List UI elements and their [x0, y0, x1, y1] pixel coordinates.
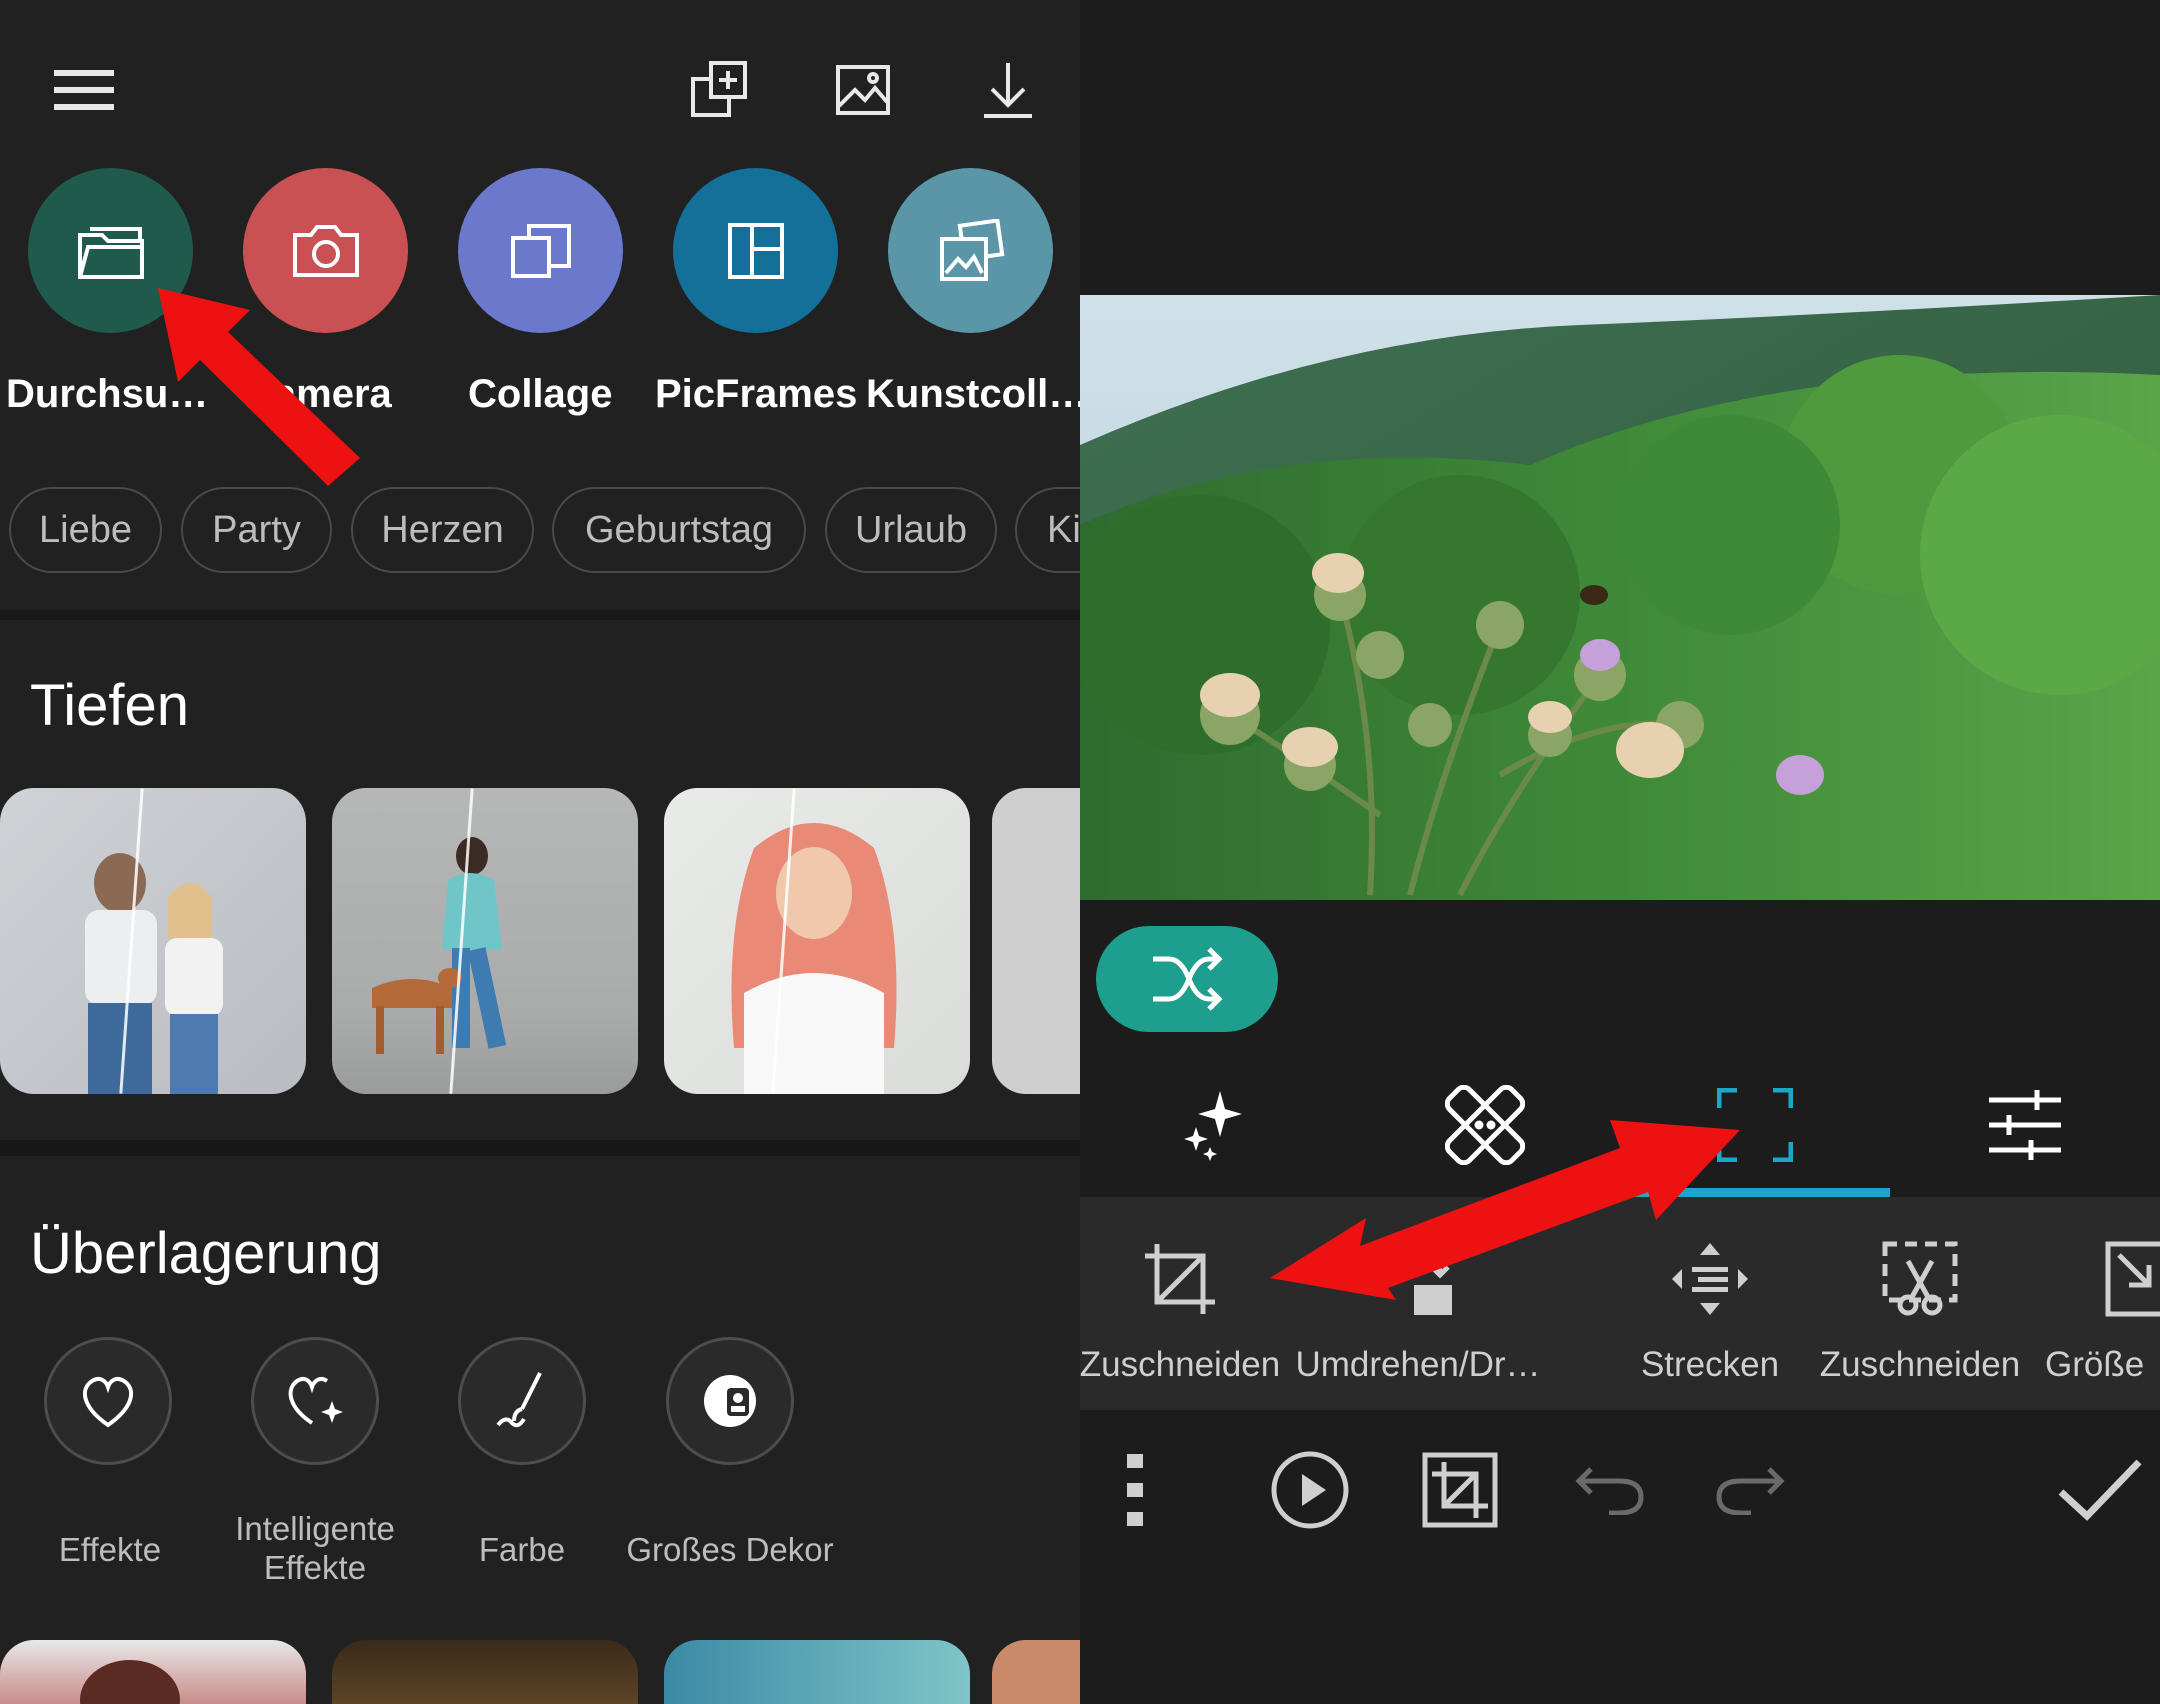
big-decor-button[interactable]: [666, 1337, 794, 1465]
color-label: Farbe: [478, 1531, 566, 1568]
section-divider: [0, 1140, 1080, 1156]
editor-bottom-bar: [1080, 1410, 2160, 1704]
brush-icon: [492, 1369, 552, 1433]
apply-button[interactable]: [2040, 1440, 2160, 1540]
tool-flip-rotate-label: Umdrehen/Dr…: [1295, 1345, 1541, 1384]
smart-effect-icon: [282, 1371, 348, 1431]
tool-crop[interactable]: Zuschneiden: [1080, 1197, 1280, 1410]
effects-label: Effekte: [58, 1531, 162, 1568]
color-button[interactable]: [458, 1337, 586, 1465]
tag-urlaub[interactable]: Urlaub: [825, 487, 997, 573]
section-divider: [0, 610, 1080, 620]
depth-thumb-red-hair[interactable]: [664, 788, 970, 1094]
editor-screen: Zuschneiden Umdrehen/Dr… Strecken Zuschn…: [1080, 0, 2160, 1704]
shuffle-icon: [1151, 947, 1223, 1011]
tab-adjust[interactable]: [1890, 1053, 2160, 1197]
decor-icon: [701, 1372, 759, 1430]
checkmark-icon: [2057, 1458, 2143, 1522]
tool-free-crop-label: Zuschneiden: [1819, 1345, 2021, 1384]
overlay-thumb-2[interactable]: [332, 1640, 638, 1704]
tool-resize[interactable]: Größe: [2045, 1197, 2160, 1410]
crop-icon: [1143, 1239, 1217, 1319]
image-icon[interactable]: [823, 50, 903, 130]
art-collage-label: Kunstcoll…: [866, 372, 1080, 416]
download-icon[interactable]: [968, 50, 1048, 130]
depth-thumb-partial[interactable]: [992, 788, 1080, 1094]
redo-icon: [1715, 1465, 1785, 1515]
frames-icon: [726, 221, 786, 281]
play-icon: [1270, 1450, 1350, 1530]
new-project-icon[interactable]: [680, 50, 760, 130]
art-collage-icon: [936, 218, 1006, 283]
resize-icon: [2105, 1239, 2160, 1319]
picframes-button[interactable]: [673, 168, 838, 333]
art-collage-button[interactable]: [888, 168, 1053, 333]
tool-resize-label: Größe: [2045, 1345, 2145, 1384]
tag-ki[interactable]: Ki: [1015, 487, 1080, 573]
big-decor-label: Großes Dekor: [626, 1531, 834, 1568]
collage-button[interactable]: [458, 168, 623, 333]
shuffle-button[interactable]: [1096, 926, 1278, 1032]
overlay-section-title: Überlagerung: [30, 1221, 382, 1286]
crop-compare-icon: [1422, 1452, 1498, 1528]
camera-icon: [291, 223, 361, 279]
depth-thumb-couple[interactable]: [0, 788, 306, 1094]
smart-effects-button[interactable]: [251, 1337, 379, 1465]
tag-herzen[interactable]: Herzen: [351, 487, 534, 573]
tool-crop-label: Zuschneiden: [1080, 1345, 1281, 1384]
effects-button[interactable]: [44, 1337, 172, 1465]
sparkle-icon: [1180, 1087, 1250, 1163]
more-vertical-icon: [1125, 1454, 1145, 1526]
undo-button[interactable]: [1550, 1440, 1670, 1540]
depth-thumb-dog-walk[interactable]: [332, 788, 638, 1094]
tag-liebe[interactable]: Liebe: [9, 487, 162, 573]
undo-icon: [1575, 1465, 1645, 1515]
sliders-icon: [1987, 1090, 2063, 1160]
redo-button[interactable]: [1690, 1440, 1810, 1540]
tool-free-crop[interactable]: Zuschneiden: [1810, 1197, 2030, 1410]
home-screen: Durchsu… Kamera Collage PicFrames Kunstc…: [0, 0, 1080, 1704]
annotation-double-arrow: [1270, 1120, 1740, 1300]
picframes-label: PicFrames: [655, 372, 858, 416]
preview-button[interactable]: [1250, 1440, 1370, 1540]
menu-icon[interactable]: [44, 50, 124, 130]
annotation-arrow: [158, 288, 360, 486]
tool-stretch-label: Strecken: [1640, 1345, 1780, 1384]
more-options-button[interactable]: [1100, 1440, 1170, 1540]
compare-button[interactable]: [1390, 1440, 1530, 1540]
depth-section-title: Tiefen: [30, 673, 190, 738]
collage-icon: [509, 222, 573, 280]
overlay-thumb-3[interactable]: [664, 1640, 970, 1704]
editor-photo: [1080, 295, 2160, 900]
overlay-thumb-4[interactable]: [992, 1640, 1080, 1704]
folder-icon: [76, 221, 146, 281]
free-crop-icon: [1882, 1239, 1958, 1319]
tag-geburtstag[interactable]: Geburtstag: [552, 487, 806, 573]
collage-label: Collage: [468, 372, 613, 416]
smart-effects-label: Intelligente Effekte: [235, 1510, 395, 1586]
overlay-thumb-1[interactable]: [0, 1640, 306, 1704]
heart-effect-icon: [76, 1371, 140, 1431]
